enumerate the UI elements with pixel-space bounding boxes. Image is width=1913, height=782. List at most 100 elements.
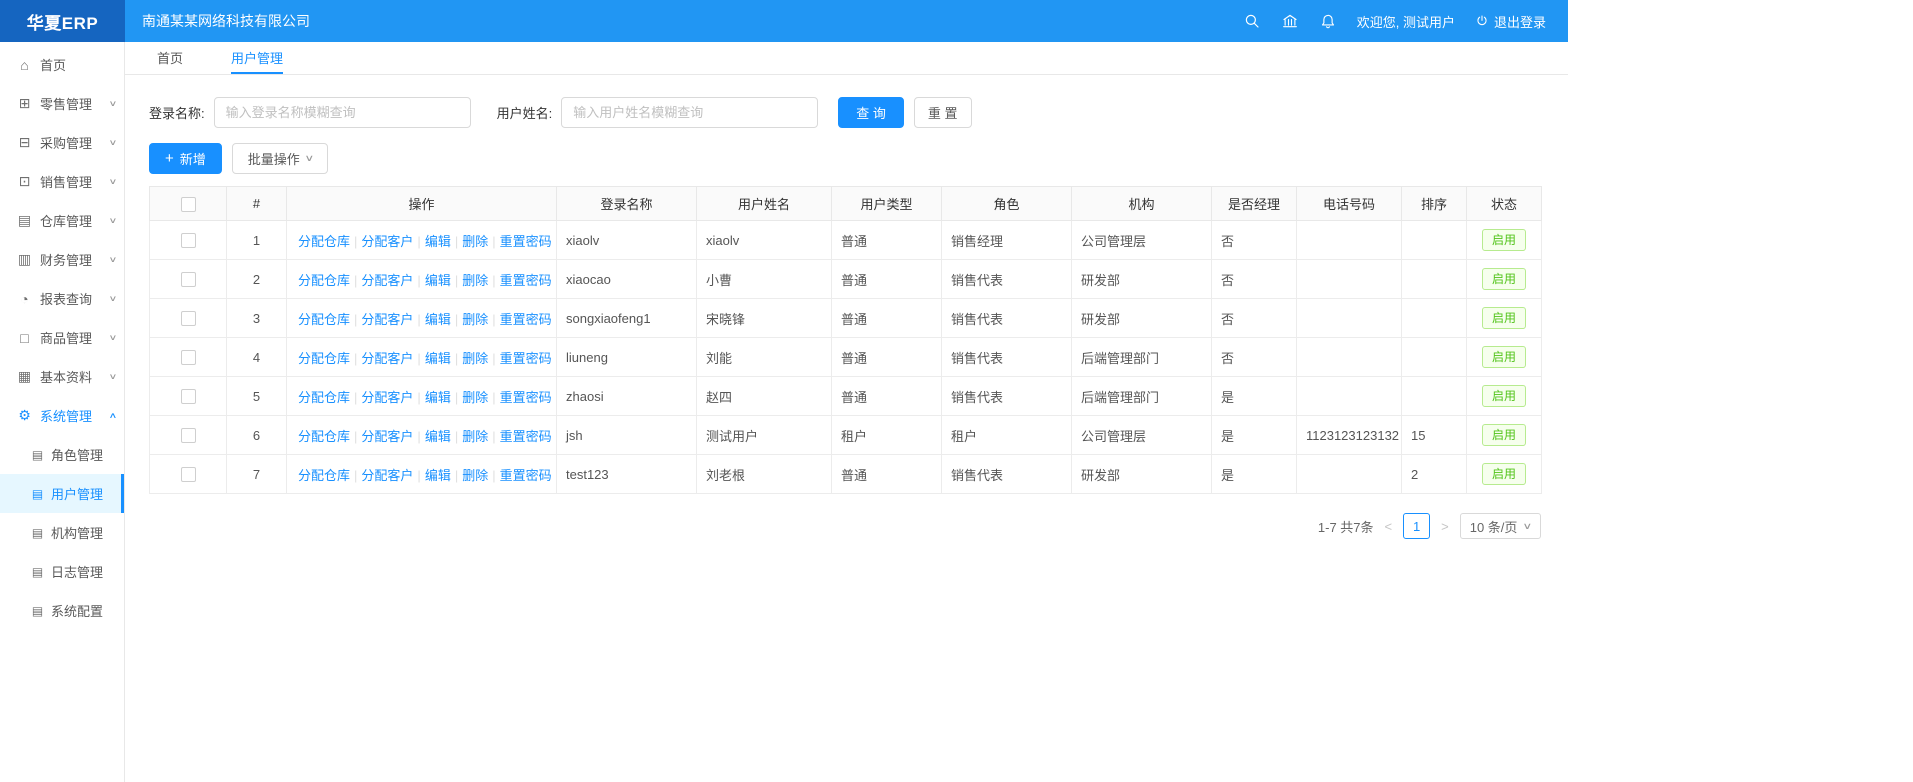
reset-password-link[interactable]: 重置密码 [500,468,552,483]
sidebar-item-role-management[interactable]: ▤角色管理 [0,435,124,474]
edit-link[interactable]: 编辑 [425,468,451,483]
sidebar-item-system-config[interactable]: ▤系统配置 [0,591,124,630]
user-name-input[interactable] [561,97,818,128]
delete-link[interactable]: 删除 [462,351,488,366]
row-checkbox[interactable] [181,272,196,287]
link-divider: | [492,390,495,405]
tab-user-management[interactable]: 用户管理 [231,42,283,74]
delete-link[interactable]: 删除 [462,429,488,444]
tab-home[interactable]: 首页 [157,42,183,74]
assign-warehouse-link[interactable]: 分配仓库 [298,429,350,444]
cell-sort [1402,221,1467,260]
cell-login-name: zhaosi [557,377,697,416]
top-header: 华夏ERP 南通某某网络科技有限公司 欢迎您, 测试用户 [0,0,1568,42]
cell-org: 公司管理层 [1072,416,1212,455]
row-checkbox[interactable] [181,350,196,365]
cell-is-manager: 否 [1212,338,1297,377]
reset-password-link[interactable]: 重置密码 [500,273,552,288]
assign-customer-link[interactable]: 分配客户 [361,468,413,483]
assign-warehouse-link[interactable]: 分配仓库 [298,351,350,366]
body-wrap: ⌂首页⊞零售管理∨⊟采购管理∨⊡销售管理∨▤仓库管理∨▥财务管理∨◔报表查询∨□… [0,42,1568,782]
doc-icon: ▤ [30,526,45,540]
purchase-icon: ⊟ [16,134,33,151]
page-size-select[interactable]: 10 条/页 ∨ [1460,513,1541,539]
sidebar-item-report[interactable]: ◔报表查询∨ [0,279,124,318]
cell-is-manager: 否 [1212,221,1297,260]
batch-button-label: 批量操作 [248,149,300,168]
sidebar-item-home[interactable]: ⌂首页 [0,45,124,84]
edit-link[interactable]: 编辑 [425,312,451,327]
delete-link[interactable]: 删除 [462,273,488,288]
assign-customer-link[interactable]: 分配客户 [361,351,413,366]
delete-link[interactable]: 删除 [462,312,488,327]
search-button[interactable]: 查 询 [838,97,904,128]
delete-link[interactable]: 删除 [462,234,488,249]
assign-warehouse-link[interactable]: 分配仓库 [298,273,350,288]
reset-password-link[interactable]: 重置密码 [500,312,552,327]
edit-link[interactable]: 编辑 [425,351,451,366]
link-divider: | [354,468,357,483]
sidebar-item-warehouse[interactable]: ▤仓库管理∨ [0,201,124,240]
select-all-checkbox[interactable] [181,197,196,212]
assign-customer-link[interactable]: 分配客户 [361,273,413,288]
bell-icon[interactable] [1319,12,1337,30]
link-divider: | [455,429,458,444]
add-button[interactable]: + 新增 [149,143,222,174]
assign-customer-link[interactable]: 分配客户 [361,234,413,249]
row-number: 1 [227,221,287,260]
edit-link[interactable]: 编辑 [425,273,451,288]
report-icon: ◔ [16,291,33,307]
sidebar-item-retail[interactable]: ⊞零售管理∨ [0,84,124,123]
sidebar-item-goods[interactable]: □商品管理∨ [0,318,124,357]
row-checkbox[interactable] [181,233,196,248]
edit-link[interactable]: 编辑 [425,390,451,405]
cell-sort: 15 [1402,416,1467,455]
cell-role: 销售代表 [942,260,1072,299]
logout-label: 退出登录 [1494,12,1546,31]
login-name-input[interactable] [214,97,471,128]
batch-operations-button[interactable]: 批量操作 ∨ [232,143,329,174]
sidebar-item-basic-data[interactable]: ▦基本资料∨ [0,357,124,396]
sidebar-item-purchase[interactable]: ⊟采购管理∨ [0,123,124,162]
reset-button[interactable]: 重 置 [914,97,972,128]
page-content: 登录名称: 用户姓名: 查 询 重 置 + 新增 批量操作 ∨ [125,75,1568,539]
reset-password-link[interactable]: 重置密码 [500,390,552,405]
sidebar-item-org-management[interactable]: ▤机构管理 [0,513,124,552]
assign-customer-link[interactable]: 分配客户 [361,429,413,444]
next-page-button[interactable]: > [1439,519,1451,534]
header-actions: 欢迎您, 测试用户 退出登录 [1243,12,1568,31]
row-checkbox[interactable] [181,311,196,326]
sidebar-item-system[interactable]: ⚙系统管理∧ [0,396,124,435]
sidebar-item-log-management[interactable]: ▤日志管理 [0,552,124,591]
sidebar-item-sales[interactable]: ⊡销售管理∨ [0,162,124,201]
row-checkbox[interactable] [181,389,196,404]
assign-warehouse-link[interactable]: 分配仓库 [298,468,350,483]
assign-warehouse-link[interactable]: 分配仓库 [298,234,350,249]
cell-sort: 2 [1402,455,1467,494]
search-icon[interactable] [1243,12,1261,30]
prev-page-button[interactable]: < [1383,519,1395,534]
reset-password-link[interactable]: 重置密码 [500,234,552,249]
sidebar-item-label: 首页 [40,55,66,74]
delete-link[interactable]: 删除 [462,390,488,405]
plus-icon: + [165,151,174,166]
current-page-button[interactable]: 1 [1403,513,1430,539]
assign-customer-link[interactable]: 分配客户 [361,312,413,327]
edit-link[interactable]: 编辑 [425,429,451,444]
sidebar-item-user-management[interactable]: ▤用户管理 [0,474,124,513]
assign-customer-link[interactable]: 分配客户 [361,390,413,405]
reset-password-link[interactable]: 重置密码 [500,351,552,366]
row-checkbox[interactable] [181,467,196,482]
table-row: 6分配仓库|分配客户|编辑|删除|重置密码jsh测试用户租户租户公司管理层是11… [150,416,1542,455]
logout-button[interactable]: 退出登录 [1475,12,1546,31]
cell-role: 销售代表 [942,377,1072,416]
edit-link[interactable]: 编辑 [425,234,451,249]
sidebar-item-finance[interactable]: ▥财务管理∨ [0,240,124,279]
assign-warehouse-link[interactable]: 分配仓库 [298,312,350,327]
reset-password-link[interactable]: 重置密码 [500,429,552,444]
cell-phone [1297,455,1402,494]
delete-link[interactable]: 删除 [462,468,488,483]
bank-icon[interactable] [1281,12,1299,30]
row-checkbox[interactable] [181,428,196,443]
assign-warehouse-link[interactable]: 分配仓库 [298,390,350,405]
